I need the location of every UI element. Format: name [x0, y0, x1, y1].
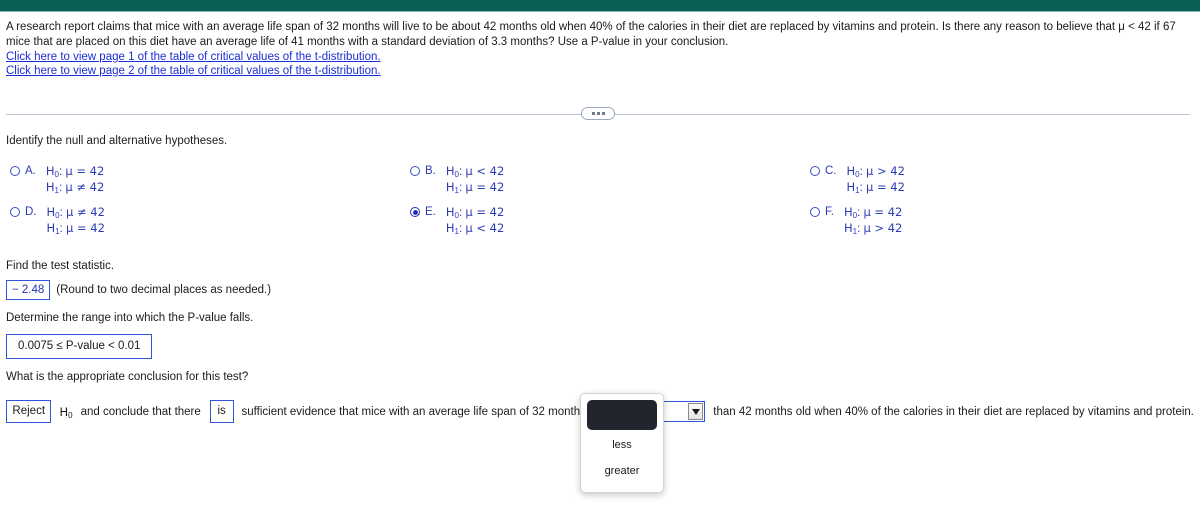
- app-header-bar: [0, 0, 1200, 11]
- option-d-h0: μ ≠ 42: [66, 205, 105, 219]
- dropdown-item-blank[interactable]: [587, 400, 657, 430]
- option-e-h0: μ = 42: [465, 205, 505, 219]
- radio-option-b[interactable]: B. H0: μ < 42 H1: μ = 42: [410, 164, 504, 196]
- less-greater-select[interactable]: [663, 401, 706, 422]
- section-divider: [6, 105, 1190, 123]
- option-c-h0: μ > 42: [866, 164, 905, 178]
- dot-2: [596, 112, 600, 115]
- radio-option-f[interactable]: F. H0: μ = 42 H1: μ > 42: [810, 205, 902, 237]
- test-statistic-hint: (Round to two decimal places as needed.): [56, 284, 272, 296]
- option-letter-c: C.: [825, 165, 837, 177]
- radio-icon-a[interactable]: [10, 166, 20, 176]
- hypothesis-options-group: A. H0: μ = 42 H1: μ ≠ 42 B. H0: μ < 42 H…: [6, 164, 1194, 248]
- test-statistic-row: − 2.48 (Round to two decimal places as n…: [6, 280, 1194, 300]
- is-isnot-select[interactable]: is: [209, 400, 234, 423]
- dropdown-item-less[interactable]: less: [587, 432, 657, 458]
- option-f-h1: μ > 42: [863, 221, 903, 235]
- dropdown-item-greater[interactable]: greater: [587, 458, 657, 484]
- conclusion-prompt: What is the appropriate conclusion for t…: [6, 371, 249, 383]
- option-hypotheses-a: H0: μ = 42 H1: μ ≠ 42: [45, 164, 105, 195]
- conclusion-text-end: than 42 months old when 40% of the calor…: [713, 405, 1194, 418]
- option-letter-d: D.: [25, 206, 37, 218]
- link-t-table-page-1[interactable]: Click here to view page 1 of the table o…: [6, 50, 381, 64]
- option-hypotheses-f: H0: μ = 42 H1: μ > 42: [843, 205, 903, 236]
- dot-3: [601, 112, 605, 115]
- option-letter-a: A.: [25, 165, 36, 177]
- option-letter-b: B.: [425, 165, 436, 177]
- more-options-icon[interactable]: [581, 107, 615, 120]
- radio-icon-c[interactable]: [810, 166, 820, 176]
- test-statistic-prompt: Find the test statistic.: [6, 260, 115, 272]
- conclusion-h0-label: H0: [59, 404, 73, 420]
- option-hypotheses-b: H0: μ < 42 H1: μ = 42: [445, 164, 505, 195]
- option-letter-f: F.: [825, 206, 834, 218]
- option-letter-e: E.: [425, 206, 436, 218]
- problem-statement-text: A research report claims that mice with …: [6, 21, 1176, 48]
- option-f-h0: μ = 42: [863, 205, 903, 219]
- chevron-down-icon[interactable]: [688, 403, 704, 420]
- option-d-h1: μ = 42: [66, 221, 105, 235]
- radio-option-c[interactable]: C. H0: μ > 42 H1: μ = 42: [810, 164, 905, 196]
- pvalue-prompt: Determine the range into which the P-val…: [6, 312, 254, 324]
- option-hypotheses-e: H0: μ = 42 H1: μ < 42: [445, 205, 505, 236]
- link-t-table-page-2[interactable]: Click here to view page 2 of the table o…: [6, 64, 381, 78]
- question-body: Identify the null and alternative hypoth…: [0, 135, 1200, 423]
- option-b-h1: μ = 42: [465, 180, 505, 194]
- less-greater-combo-wrap: [663, 401, 706, 422]
- reject-decision-select[interactable]: Reject: [6, 400, 52, 423]
- radio-option-e[interactable]: E. H0: μ = 42 H1: μ < 42: [410, 205, 504, 237]
- radio-option-d[interactable]: D. H0: μ ≠ 42 H1: μ = 42: [10, 205, 105, 237]
- dot-1: [591, 112, 595, 115]
- hypotheses-prompt: Identify the null and alternative hypoth…: [6, 135, 228, 147]
- problem-statement-section: A research report claims that mice with …: [0, 12, 1200, 123]
- radio-option-a[interactable]: A. H0: μ = 42 H1: μ ≠ 42: [10, 164, 104, 196]
- option-e-h1: μ < 42: [465, 221, 505, 235]
- conclusion-text-after-h: and conclude that there: [80, 405, 201, 418]
- radio-icon-d[interactable]: [10, 207, 20, 217]
- radio-icon-e[interactable]: [410, 207, 420, 217]
- radio-icon-f[interactable]: [810, 207, 820, 217]
- option-c-h1: μ = 42: [866, 180, 905, 194]
- less-greater-dropdown-menu[interactable]: less greater: [580, 393, 664, 493]
- test-statistic-input[interactable]: − 2.48: [6, 280, 51, 300]
- option-a-h0: μ = 42: [65, 164, 105, 178]
- option-hypotheses-d: H0: μ ≠ 42 H1: μ = 42: [46, 205, 105, 236]
- pvalue-range-select[interactable]: 0.0075 ≤ P-value < 0.01: [6, 334, 153, 359]
- option-b-h0: μ < 42: [465, 164, 505, 178]
- option-hypotheses-c: H0: μ > 42 H1: μ = 42: [846, 164, 905, 195]
- option-a-h1: μ ≠ 42: [65, 180, 105, 194]
- radio-icon-b[interactable]: [410, 166, 420, 176]
